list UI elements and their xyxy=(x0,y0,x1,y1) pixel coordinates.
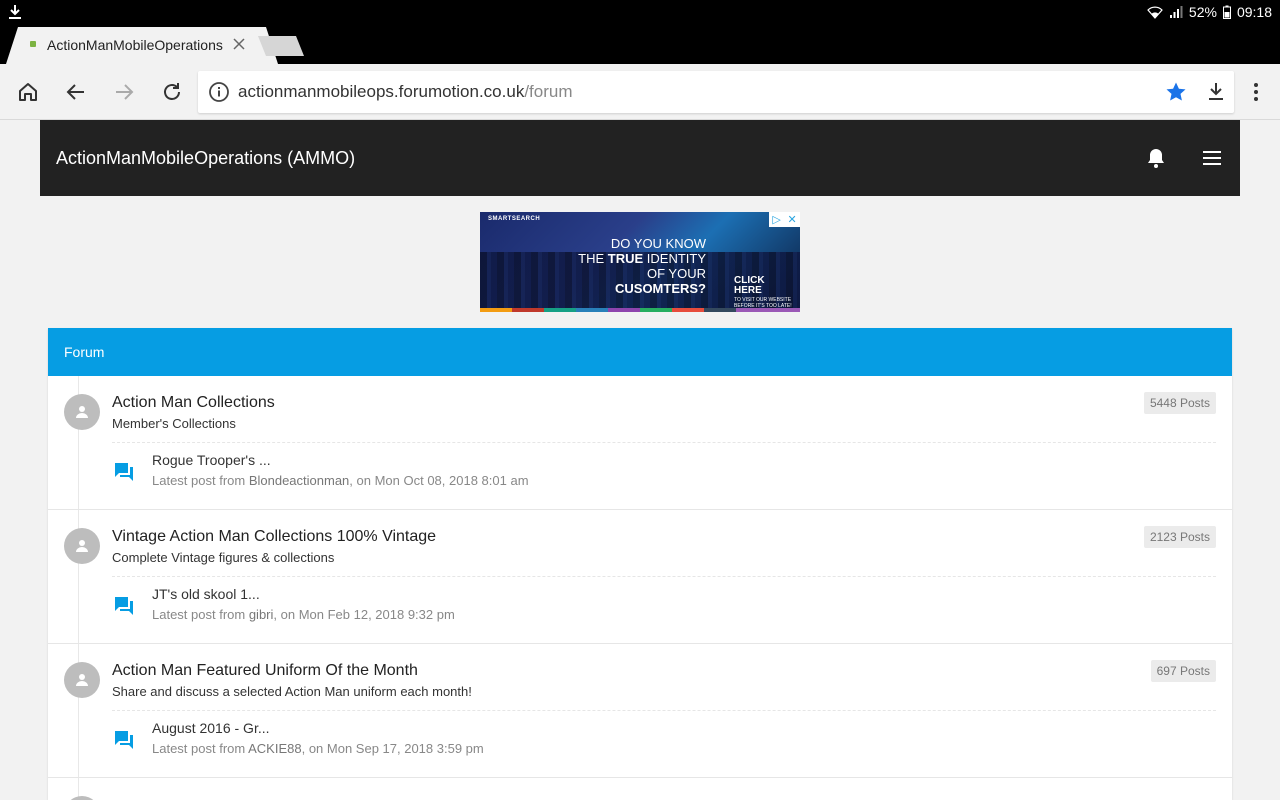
forum-title-link[interactable]: Action Man Featured Uniform Of the Month xyxy=(112,662,418,680)
browser-toolbar: actionmanmobileops.forumotion.co.uk/foru… xyxy=(0,64,1280,120)
download-notification-icon xyxy=(9,5,21,19)
forum-title-link[interactable]: Vintage Action Man Collections 100% Vint… xyxy=(112,528,436,546)
forum-description: Complete Vintage figures & collections xyxy=(112,550,335,565)
latest-post-icon xyxy=(115,463,133,481)
post-count-badge: 5448 Posts xyxy=(1143,392,1216,414)
forum-row-partial[interactable] xyxy=(48,778,1232,800)
signal-icon xyxy=(1169,6,1183,18)
new-tab-button[interactable] xyxy=(258,36,304,56)
latest-post-icon xyxy=(115,731,133,749)
forum-description: Member's Collections xyxy=(112,416,236,431)
forum-avatar-icon xyxy=(64,528,100,564)
forum-heading: Forum xyxy=(48,328,1232,376)
battery-percentage: 52% xyxy=(1188,4,1217,20)
forum-row[interactable]: Action Man Collections Member's Collecti… xyxy=(48,376,1232,510)
ad-cta[interactable]: CLICK HERE TO VISIT OUR WEBSITE BEFORE I… xyxy=(734,276,794,310)
forum-avatar-icon xyxy=(64,394,100,430)
forum-avatar-icon xyxy=(64,796,100,800)
hamburger-menu-icon[interactable] xyxy=(1200,146,1224,170)
bookmark-star-icon[interactable] xyxy=(1164,80,1188,104)
home-icon[interactable] xyxy=(16,80,40,104)
info-icon[interactable] xyxy=(208,81,230,103)
clock: 09:18 xyxy=(1236,4,1272,20)
status-bar: 52% 09:18 xyxy=(0,0,1280,27)
latest-post-link[interactable]: Rogue Trooper's ... xyxy=(152,452,271,468)
forum-description: Share and discuss a selected Action Man … xyxy=(112,684,472,699)
favicon-icon xyxy=(30,41,36,47)
latest-post-user-link[interactable]: gibri xyxy=(249,607,274,622)
tab-title: ActionManMobileOperations xyxy=(47,37,223,53)
url-text[interactable]: actionmanmobileops.forumotion.co.uk/foru… xyxy=(238,82,573,102)
post-count-badge: 2123 Posts xyxy=(1143,526,1216,548)
ad-brand: SMARTSEARCH xyxy=(488,216,541,222)
forum-row[interactable]: Action Man Featured Uniform Of the Month… xyxy=(48,644,1232,778)
latest-post-link[interactable]: JT's old skool 1... xyxy=(152,586,260,602)
back-arrow-icon[interactable] xyxy=(64,80,88,104)
ad-close-icon[interactable]: ✕ xyxy=(787,213,796,226)
notifications-bell-icon[interactable] xyxy=(1144,146,1168,170)
tab-strip: ActionManMobileOperations xyxy=(0,27,1280,64)
forum-panel: Forum Action Man Collections Member's Co… xyxy=(48,328,1232,800)
reload-icon[interactable] xyxy=(160,80,184,104)
address-bar[interactable]: actionmanmobileops.forumotion.co.uk/foru… xyxy=(198,71,1234,113)
latest-post-icon xyxy=(115,597,133,615)
wifi-icon xyxy=(1147,6,1163,19)
site-header: ActionManMobileOperations (AMMO) xyxy=(40,120,1240,196)
latest-post-user-link[interactable]: Blondeactionman xyxy=(249,473,349,488)
more-options-icon[interactable] xyxy=(1246,80,1266,104)
site-title-link[interactable]: ActionManMobileOperations (AMMO) xyxy=(56,148,355,169)
browser-tab-active[interactable]: ActionManMobileOperations xyxy=(6,27,278,64)
forward-arrow-icon[interactable] xyxy=(112,80,136,104)
forum-row[interactable]: Vintage Action Man Collections 100% Vint… xyxy=(48,510,1232,644)
post-count-badge: 697 Posts xyxy=(1150,660,1216,682)
latest-post-meta: Latest post from ACKIE88, on Mon Sep 17,… xyxy=(152,741,484,756)
download-icon[interactable] xyxy=(1204,80,1228,104)
close-tab-icon[interactable] xyxy=(232,37,246,51)
ad-choices[interactable]: ▷ ✕ xyxy=(769,212,800,227)
latest-post-meta: Latest post from Blondeactionman, on Mon… xyxy=(152,473,529,488)
forum-title-link[interactable]: Action Man Collections xyxy=(112,394,275,412)
battery-icon xyxy=(1222,5,1231,19)
forum-avatar-icon xyxy=(64,662,100,698)
latest-post-link[interactable]: August 2016 - Gr... xyxy=(152,720,270,736)
ad-headline: DO YOU KNOW THE TRUE IDENTITY OF YOUR CU… xyxy=(578,236,706,296)
latest-post-user-link[interactable]: ACKIE88 xyxy=(248,741,301,756)
latest-post-meta: Latest post from gibri, on Mon Feb 12, 2… xyxy=(152,607,455,622)
ad-choices-icon[interactable]: ▷ xyxy=(772,213,780,226)
advertisement-banner[interactable]: SMARTSEARCH DO YOU KNOW THE TRUE IDENTIT… xyxy=(480,212,800,312)
